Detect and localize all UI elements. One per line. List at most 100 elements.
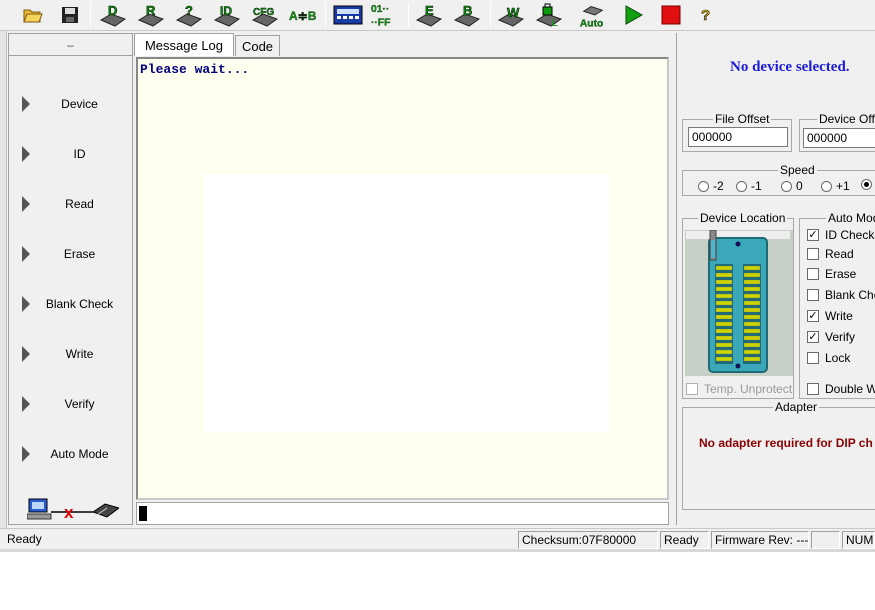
speed-option-minus-1[interactable]: -1	[736, 179, 762, 193]
sidebar-item-verify[interactable]: Verify	[9, 379, 132, 429]
auto-write-checkbox[interactable]: ✓ Write	[807, 308, 853, 324]
message-log: Please wait...	[136, 57, 669, 500]
toolbar-separator	[90, 3, 91, 27]
checkbox-label: Erase	[825, 267, 857, 281]
zif-socket-icon	[685, 229, 793, 376]
sidebar-item-label: Verify	[64, 397, 95, 411]
sidebar-item-auto-mode[interactable]: Auto Mode	[9, 429, 132, 479]
sidebar-item-label: Blank Check	[45, 297, 114, 311]
adapter-message: No adapter required for DIP ch	[699, 436, 873, 450]
run-icon[interactable]	[618, 1, 648, 29]
auto-icon[interactable]: Auto	[578, 1, 608, 29]
sidebar-item-label: Read	[65, 197, 94, 211]
svg-text:D: D	[108, 3, 117, 18]
calculator-icon[interactable]	[333, 1, 363, 29]
sidebar-collapse-header[interactable]: –	[9, 34, 132, 56]
auto-lock-checkbox[interactable]: Lock	[807, 350, 850, 366]
svg-text:Auto: Auto	[580, 18, 603, 29]
device-status-text: No device selected.	[730, 59, 850, 75]
device-offset-field[interactable]: 000000	[803, 128, 875, 148]
text-cursor	[139, 506, 147, 521]
lock-chip-icon[interactable]: L	[534, 1, 564, 29]
device-state-panel: Ready	[660, 531, 709, 549]
device-location-label: Device Location	[698, 211, 788, 225]
read-chip-icon[interactable]: R	[136, 1, 166, 29]
tab-message-log[interactable]: Message Log	[134, 33, 234, 56]
sidebar-item-label: ID	[73, 147, 86, 161]
auto-verify-checkbox[interactable]: ✓ Verify	[807, 329, 855, 345]
auto-blank-check-checkbox[interactable]: Blank Che	[807, 287, 875, 303]
radio-button	[781, 180, 792, 192]
sidebar-item-label: Device	[61, 97, 98, 111]
auto-erase-checkbox[interactable]: Erase	[807, 266, 856, 282]
speed-option-plus-2[interactable]	[861, 179, 875, 190]
radio-label: -1	[751, 179, 762, 193]
disconnected-icon: x	[27, 498, 119, 522]
checkbox-label: Double W	[825, 382, 875, 396]
speed-option-minus-2[interactable]: -2	[698, 179, 724, 193]
adapter-group	[682, 407, 875, 510]
svg-text:CFG: CFG	[253, 7, 274, 18]
radio-label: 0	[796, 179, 803, 193]
sidebar-item-write[interactable]: Write	[9, 329, 132, 379]
radio-label: +1	[836, 179, 850, 193]
write-chip-icon[interactable]: W	[496, 1, 526, 29]
window-bottom-border	[0, 549, 875, 552]
erase-chip-icon[interactable]: E	[414, 1, 444, 29]
checkbox-label: Temp. Unprotect	[704, 382, 793, 396]
help-icon[interactable]: ?	[692, 1, 722, 29]
double-w-checkbox[interactable]: Double W	[807, 381, 875, 397]
stop-icon[interactable]	[656, 1, 686, 29]
connection-status: x	[9, 494, 132, 524]
hex-toggle-icon[interactable]: 01·· ··FF	[370, 1, 400, 29]
tab-code[interactable]: Code	[235, 35, 280, 56]
sidebar-item-id[interactable]: ID	[9, 129, 132, 179]
checkbox-box	[807, 248, 819, 260]
svg-text:R: R	[146, 3, 156, 18]
open-icon[interactable]	[18, 1, 48, 29]
speed-label: Speed	[778, 163, 817, 177]
sidebar-item-erase[interactable]: Erase	[9, 229, 132, 279]
status-text: Ready	[7, 532, 42, 546]
svg-text:E: E	[425, 3, 434, 18]
command-input[interactable]	[136, 502, 669, 525]
checkbox-box	[807, 352, 819, 364]
verify-chip-icon[interactable]: ?	[174, 1, 204, 29]
svg-text:L: L	[552, 18, 558, 28]
device-offset-label: Device Offs	[817, 112, 875, 126]
svg-text:?: ?	[701, 7, 710, 24]
toolbar-separator	[325, 3, 326, 27]
radio-button	[736, 180, 747, 192]
sidebar-item-blank-check[interactable]: Blank Check	[9, 279, 132, 329]
auto-read-checkbox[interactable]: Read	[807, 246, 854, 262]
status-bar: Ready Checksum:07F80000 Ready Firmware R…	[0, 528, 875, 549]
file-offset-field[interactable]: 000000	[688, 127, 788, 147]
id-chip-icon[interactable]: ID	[212, 1, 242, 29]
auto-mode-label: Auto Mod	[826, 211, 875, 225]
blank-check-icon[interactable]: B	[452, 1, 482, 29]
svg-text:W: W	[507, 5, 520, 20]
svg-text:B: B	[463, 3, 472, 18]
checksum-panel: Checksum:07F80000	[518, 531, 658, 549]
checkbox-label: ID Check	[825, 228, 875, 242]
speed-option-plus-1[interactable]: +1	[821, 179, 850, 193]
speed-option-0[interactable]: 0	[781, 179, 803, 193]
auto-id-check-checkbox[interactable]: ✓ ID Check	[807, 227, 874, 243]
save-icon[interactable]	[55, 1, 85, 29]
checkbox-box: ✓	[807, 310, 819, 322]
cfg-chip-icon[interactable]: CFG	[250, 1, 280, 29]
temp-unprotect-checkbox[interactable]: Temp. Unprotect	[686, 381, 792, 397]
checkbox-box: ✓	[807, 331, 819, 343]
empty-panel	[811, 531, 840, 549]
radio-button	[821, 180, 832, 192]
sidebar-item-label: Erase	[63, 247, 96, 261]
sidebar-item-read[interactable]: Read	[9, 179, 132, 229]
sidebar-item-label: Auto Mode	[50, 447, 109, 461]
radio-label: -2	[713, 179, 724, 193]
sidebar-item-device[interactable]: Device	[9, 79, 132, 129]
checkbox-box	[807, 268, 819, 280]
compare-icon[interactable]: A≑B	[288, 1, 318, 29]
adapter-label: Adapter	[773, 400, 820, 414]
device-icon[interactable]: D	[98, 1, 128, 29]
svg-text:··FF: ··FF	[371, 17, 390, 28]
